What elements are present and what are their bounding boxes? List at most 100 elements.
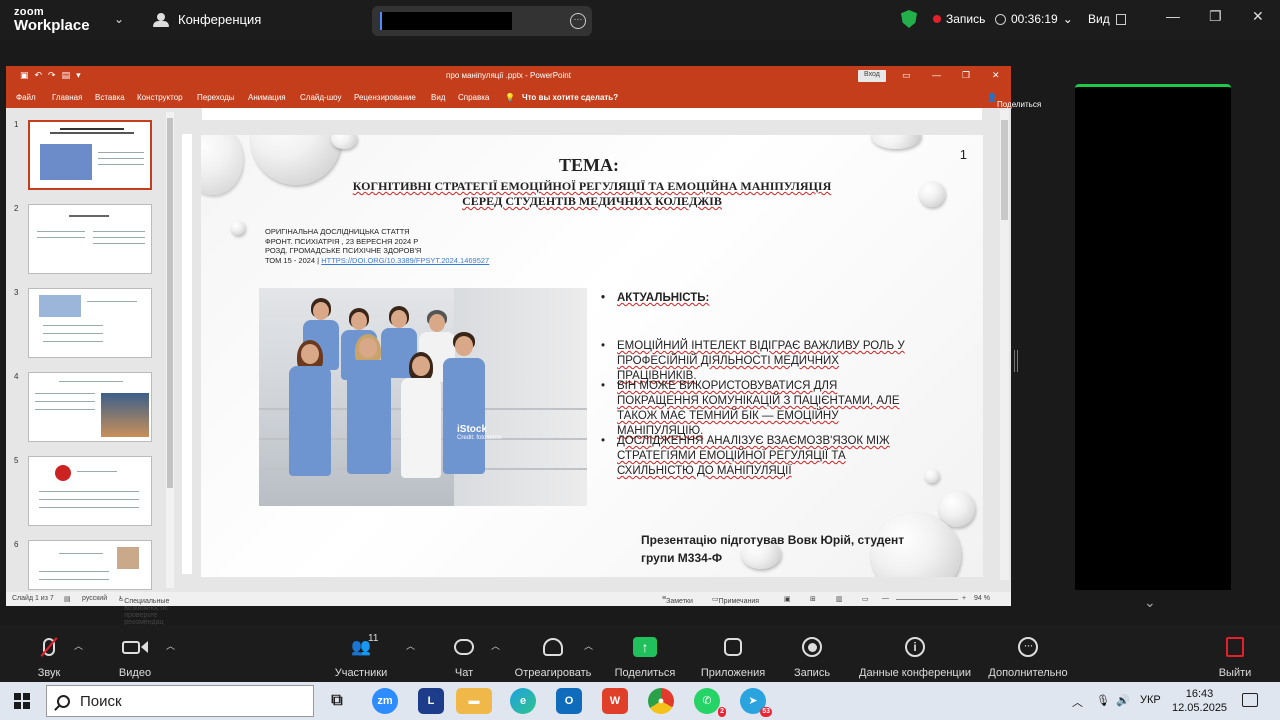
taskbar-search[interactable]: Поиск (46, 685, 314, 717)
tell-me-field[interactable]: Что вы хотите сделать? (522, 93, 618, 102)
students-photo[interactable]: iStock Credit: fotostorm (259, 288, 587, 506)
slide-thumbnail-1[interactable] (28, 120, 152, 190)
chevron-up-icon[interactable]: ︿ (491, 639, 500, 652)
speaker-icon[interactable]: 🔊 (1116, 694, 1130, 707)
windows-start-icon[interactable] (14, 693, 30, 709)
zoom-level[interactable]: 94 % (974, 595, 990, 602)
slide-thumbnail-3[interactable] (28, 288, 152, 358)
meeting-topic-field[interactable]: ··· (372, 6, 592, 36)
ppt-restore-icon[interactable]: ❐ (962, 70, 970, 81)
minimize-icon[interactable]: — (1166, 8, 1180, 24)
record-label: Запись (793, 667, 831, 679)
slide-thumbnail-6[interactable] (28, 540, 152, 590)
meeting-timer[interactable]: 00:36:19 ⌄ (995, 12, 1073, 26)
tab-review[interactable]: Рецензирование (354, 93, 416, 102)
tab-transitions[interactable]: Переходы (197, 93, 235, 102)
leave-button[interactable]: Выйти (1190, 633, 1280, 679)
tab-slideshow[interactable]: Слайд-шоу (300, 93, 341, 102)
chevron-up-icon[interactable]: ︿ (1072, 694, 1083, 710)
slide-thumbnail-2[interactable] (28, 204, 152, 274)
apps-button[interactable]: Приложения (688, 633, 778, 679)
tab-design[interactable]: Конструктор (137, 93, 183, 102)
share-label: Поделиться (997, 100, 1042, 109)
telegram-icon[interactable]: ➤ 53 (740, 688, 772, 717)
lightbulb-icon: 💡 (505, 93, 515, 102)
slide-thumbnail-4[interactable] (28, 372, 152, 442)
zoom-slider[interactable] (896, 599, 958, 600)
comments-button[interactable]: ▭ Примечания (712, 595, 759, 605)
notes-label: Заметки (666, 598, 693, 605)
meta-line: РОЗД. ГРОМАДСЬКЕ ПСИХІЧНЕ ЗДОРОВ'Я (265, 246, 422, 255)
close-icon[interactable]: ✕ (1252, 8, 1264, 25)
wps-office-icon[interactable]: W (602, 688, 628, 714)
restore-icon[interactable]: ❐ (1209, 8, 1222, 25)
share-screen-button[interactable]: ↑ Поделиться (600, 633, 690, 679)
meeting-menu[interactable]: Конференция (152, 12, 261, 27)
spellcheck-icon[interactable]: ▤ (64, 595, 71, 603)
doi-link[interactable]: HTTPS://DOI.ORG/10.3389/FPSYT.2024.14695… (321, 256, 489, 265)
normal-view-icon[interactable]: ▣ (784, 595, 791, 603)
meta-line: ОРИГІНАЛЬНА ДОСЛІДНИЦЬКА СТАТТЯ (265, 227, 410, 236)
whatsapp-badge: 2 (718, 707, 726, 717)
ppt-minimize-icon[interactable]: — (932, 70, 941, 80)
task-view-icon[interactable]: ⧉ (324, 688, 350, 714)
accessibility-label: Специальные возможности: проверьте реком… (124, 598, 170, 626)
participant-video-tile[interactable] (1075, 84, 1231, 590)
login-button[interactable]: Вход (858, 70, 886, 82)
more-options-icon[interactable]: ··· (570, 13, 586, 29)
ppt-close-icon[interactable]: ✕ (992, 70, 1000, 81)
timer-value: 00:36:19 (1011, 12, 1058, 26)
record-button[interactable]: Запись (767, 633, 857, 679)
chevron-up-icon[interactable]: ︿ (74, 639, 83, 652)
meeting-info-button[interactable]: i Данные конференции (854, 633, 976, 679)
clock-date: 12.05.2025 (1172, 702, 1228, 714)
sorter-view-icon[interactable]: ⊞ (810, 595, 816, 603)
outlook-icon[interactable]: O (556, 688, 582, 714)
ribbon-display-icon[interactable]: ▭ (902, 70, 911, 81)
share-button[interactable]: 👤 Поделиться (987, 93, 1041, 109)
tab-view[interactable]: Вид (431, 93, 445, 102)
l-app-icon[interactable]: L (418, 688, 444, 714)
water-drop (231, 221, 245, 235)
chevron-down-icon[interactable]: ⌄ (1144, 594, 1156, 611)
microphone-icon[interactable]: 🎙 (1096, 694, 1110, 707)
keyboard-language[interactable]: УКР (1140, 694, 1161, 706)
tab-home[interactable]: Главная (52, 93, 82, 102)
notifications-icon[interactable] (1242, 693, 1258, 707)
more-button[interactable]: ··· Дополнительно (980, 633, 1076, 679)
slide-canvas[interactable]: 1 ТЕМА: КОГНІТИВНІ СТРАТЕГІЇ ЕМОЦІЙНОЇ Р… (201, 135, 983, 577)
panel-resize-handle[interactable] (1014, 350, 1018, 372)
tab-insert[interactable]: Вставка (95, 93, 125, 102)
zoom-in-icon[interactable]: + (962, 595, 966, 602)
participants-button[interactable]: 👥 11 Участники (316, 633, 406, 679)
notes-button[interactable]: ≡ Заметки (662, 595, 693, 605)
chevron-up-icon[interactable]: ︿ (406, 639, 415, 652)
tab-help[interactable]: Справка (458, 93, 489, 102)
view-menu[interactable]: Вид (1088, 12, 1126, 26)
zoom-out-icon[interactable]: — (882, 595, 889, 602)
chevron-down-icon[interactable]: ⌄ (114, 12, 124, 26)
bullet-item: ВІН МОЖЕ ВИКОРИСТОВУВАТИСЯ ДЛЯ ПОКРАЩЕНН… (601, 379, 921, 439)
slide-thumbnail-5[interactable] (28, 456, 152, 526)
edge-browser-icon[interactable]: e (510, 688, 536, 714)
system-clock[interactable]: 16:43 12.05.2025 (1172, 687, 1227, 715)
slideshow-view-icon[interactable]: ▭ (862, 595, 869, 603)
file-explorer-icon[interactable]: ▬ (456, 688, 492, 714)
chevron-up-icon[interactable]: ︿ (584, 639, 593, 652)
reading-view-icon[interactable]: ▥ (836, 595, 843, 603)
thumbnails-scrollbar[interactable] (166, 112, 174, 588)
zoom-app-icon[interactable]: zm (372, 688, 398, 714)
chrome-icon[interactable]: ● (648, 688, 674, 714)
recording-indicator[interactable]: Запись (933, 12, 985, 26)
slide-counter: Слайд 1 из 7 (12, 595, 54, 602)
accessibility-status[interactable]: ♿ Специальные возможности: проверьте рек… (118, 595, 169, 626)
chevron-up-icon[interactable]: ︿ (166, 639, 175, 652)
participants-count: 11 (368, 633, 379, 644)
tab-animation[interactable]: Анимация (248, 93, 286, 102)
telegram-badge: 53 (760, 707, 772, 717)
slide-scrollbar[interactable] (1000, 110, 1009, 580)
tab-file[interactable]: Файл (16, 93, 36, 102)
language-status[interactable]: русский (82, 595, 107, 602)
security-shield-icon[interactable] (901, 10, 917, 28)
whatsapp-icon[interactable]: ✆ 2 (694, 688, 726, 717)
